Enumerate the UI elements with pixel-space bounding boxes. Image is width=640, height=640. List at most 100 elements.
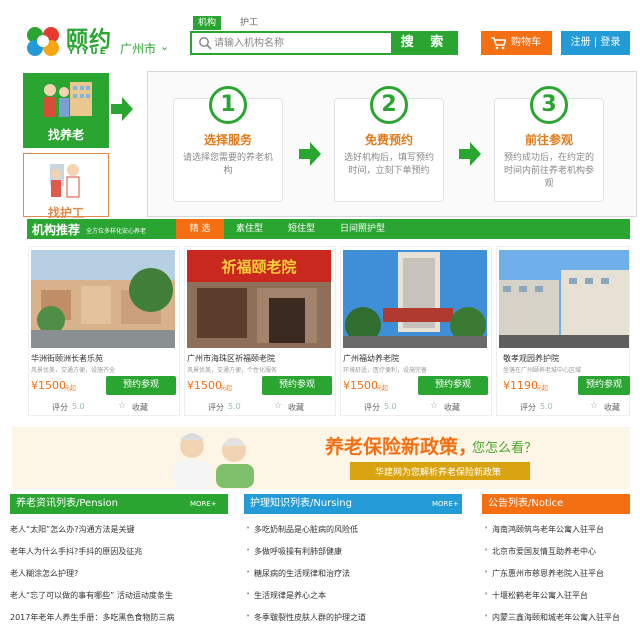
step-number: 1 [209, 86, 247, 124]
facility-photo [499, 250, 629, 348]
banner-question: 您怎么看？ [472, 441, 538, 456]
favorite-link[interactable]: 收藏 [604, 402, 620, 413]
promo-banner[interactable] [12, 427, 630, 489]
rating-value: 5.0 [72, 402, 85, 411]
list-item[interactable]: 内蒙三鑫海颐和城老年公寓入驻平台 [492, 612, 630, 623]
recommend-title: 机构推荐 [32, 223, 81, 237]
elderly-couple-photo [174, 433, 254, 488]
facility-desc: 坐落在广州颐养老城中心区域 [503, 367, 582, 374]
book-visit-button[interactable]: 预约参观 [106, 376, 176, 395]
step-desc: 选好机构后，填写预约时间，立刻下单预约 [343, 153, 434, 176]
favorite-link[interactable]: 收藏 [444, 402, 460, 413]
recommend-subtitle: 全方位多样化安心养老 [86, 228, 147, 235]
price-unit: 元起 [64, 385, 77, 392]
bullet-icon: • [484, 524, 489, 532]
list-item[interactable]: 十堰松鹤老年公寓入驻平台 [492, 590, 630, 601]
book-visit-button[interactable]: 预约参观 [262, 376, 332, 395]
city-selector[interactable]: 广州市 [120, 40, 156, 57]
arrow-right-icon [459, 142, 481, 166]
chevron-down-icon[interactable]: ⌄ [160, 40, 169, 53]
star-icon[interactable]: ☆ [118, 401, 126, 411]
facility-desc: 环境舒适，医疗便利，设施完备 [343, 367, 428, 374]
list-item[interactable]: 多吃奶制品是心脏病的风险低 [254, 524, 462, 535]
facility-price: ¥1190 [503, 379, 538, 392]
facility-price: ¥1500 [187, 379, 222, 392]
cart-icon [491, 37, 506, 50]
arrow-right-icon [299, 142, 321, 166]
facility-desc: 风景优美，交通方便，个性化服务 [187, 367, 278, 374]
rating-label: 评分 [364, 403, 380, 412]
facility-price: ¥1500 [31, 379, 66, 392]
facility-name[interactable]: 广州福幼养老院 [343, 353, 487, 364]
list-item[interactable]: 多做呼吸操有利肺部健康 [254, 546, 462, 557]
list-item[interactable]: 老人“忘了可以做的事有哪些” 活动运动度条生 [10, 590, 228, 601]
rating-label: 评分 [208, 403, 224, 412]
step-title: 选择服务 [203, 133, 252, 147]
book-visit-button[interactable]: 预约参观 [418, 376, 488, 395]
search-tab-caregiver[interactable]: 护工 [235, 16, 263, 30]
facility-photo [31, 250, 175, 348]
bullet-icon: • [484, 590, 489, 598]
list-item[interactable]: 北京市爱国友情互助养老中心 [492, 546, 630, 557]
bullet-icon: • [246, 546, 251, 554]
step-desc: 预约成功后，在约定的时间内前往养老机构参观 [503, 153, 594, 189]
caregiver-icon [50, 164, 80, 198]
facility-name[interactable]: 敬孝观园养护院 [503, 353, 623, 364]
price-unit: 元起 [220, 385, 233, 392]
tab-long-stay[interactable]: 素住型 [228, 219, 271, 239]
facility-photo: 祈福颐老院 [187, 250, 331, 348]
star-icon[interactable]: ☆ [274, 401, 282, 411]
step-title: 免费预约 [364, 133, 413, 147]
login-register-links[interactable]: 注册 | 登录 [561, 31, 630, 55]
facility-photo [343, 250, 487, 348]
search-tab-org[interactable]: 机构 [193, 16, 222, 30]
tab-short-stay[interactable]: 短住型 [280, 219, 323, 239]
facility-name[interactable]: 广州市海珠区祈福颐老院 [187, 353, 331, 364]
rating-label: 评分 [520, 403, 536, 412]
step-desc: 请选择您需要的养老机构 [182, 153, 273, 176]
notice-list-header: 公告列表/Notice [482, 494, 630, 514]
favorite-link[interactable]: 收藏 [132, 402, 148, 413]
pension-more-link[interactable]: MORE+ [190, 500, 217, 508]
step-number: 3 [530, 86, 568, 124]
price-unit: 元起 [376, 385, 389, 392]
arrow-right-icon [111, 97, 133, 121]
facility-name[interactable]: 华洲街颐洲长者乐苑 [31, 353, 175, 364]
list-item[interactable]: 冬季皲裂性皮肤人群的护理之道 [254, 612, 462, 623]
list-item[interactable]: 海南鸿颐筑鸟老年公寓入驻平台 [492, 524, 630, 535]
list-item[interactable]: 老人“太阳”怎么办?沟通方法是关键 [10, 524, 228, 535]
svg-text:祈福颐老院: 祈福颐老院 [221, 258, 296, 276]
rating-value: 5.0 [384, 402, 397, 411]
search-input[interactable] [214, 33, 389, 53]
bullet-icon: • [484, 546, 489, 554]
search-button[interactable]: 搜 索 [392, 31, 458, 55]
list-item[interactable]: 老年人为什么手抖?手抖的原因及征兆 [10, 546, 228, 557]
bullet-icon: • [246, 612, 251, 620]
banner-subtitle: 华建网为您解析养老保险新政策 [375, 468, 502, 478]
nursing-more-link[interactable]: MORE+ [432, 500, 459, 508]
tab-day-care[interactable]: 日间照护型 [332, 219, 393, 239]
bullet-icon: • [246, 590, 251, 598]
book-visit-button[interactable]: 预约参观 [578, 376, 630, 395]
banner-title: 养老保险新政策， [325, 436, 478, 458]
bullet-icon: • [484, 612, 489, 620]
rating-label: 评分 [52, 403, 68, 412]
list-item[interactable]: 老人糊涂怎么护理? [10, 568, 228, 579]
search-icon [199, 37, 212, 50]
facility-desc: 风景优美，交通方便，设施齐全 [31, 367, 116, 374]
list-item[interactable]: 糖尿病的生活规律和治疗法 [254, 568, 462, 579]
list-item[interactable]: 广东惠州市慈恩养老院入驻平台 [492, 568, 630, 579]
logo-subtext: YIYUE [68, 47, 108, 57]
nursing-list-header: 护理知识列表/Nursing [244, 494, 462, 514]
step-number: 2 [370, 86, 408, 124]
logo-icon [27, 27, 59, 56]
favorite-link[interactable]: 收藏 [288, 402, 304, 413]
star-icon[interactable]: ☆ [430, 401, 438, 411]
bullet-icon: • [246, 524, 251, 532]
rating-value: 5.0 [228, 402, 241, 411]
star-icon[interactable]: ☆ [590, 401, 598, 411]
tab-featured[interactable]: 精 选 [176, 219, 224, 239]
list-item[interactable]: 生活规律是养心之本 [254, 590, 462, 601]
list-item[interactable]: 2017年老年人养生手册：多吃黑色食物防三病 [10, 612, 228, 623]
find-elderly-care-label: 找养老 [47, 128, 84, 142]
